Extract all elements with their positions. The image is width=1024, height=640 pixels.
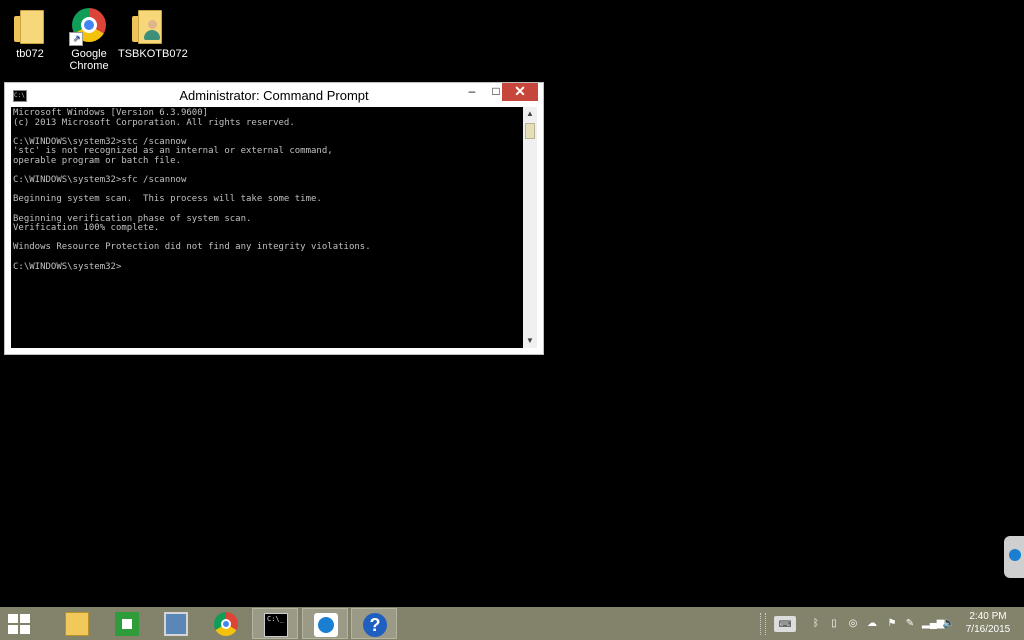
taskbar-teamviewer[interactable] <box>302 608 348 639</box>
desktop-icon-label: Google <box>71 48 107 60</box>
taskbar-help[interactable]: ? <box>351 608 397 639</box>
desktop-icon-label: tb072 <box>16 48 44 60</box>
close-button[interactable]: ✕ <box>502 83 538 101</box>
teamviewer-side-tab[interactable] <box>1004 536 1024 578</box>
teamviewer-icon <box>314 613 338 637</box>
taskbar-file-explorer[interactable] <box>54 608 100 639</box>
scroll-thumb[interactable] <box>525 123 535 139</box>
console-line: C:\WINDOWS\system32> <box>13 261 122 272</box>
folder-icon <box>10 6 50 46</box>
phone-icon[interactable]: ▯ <box>826 616 842 632</box>
title-bar[interactable]: C:\ Administrator: Command Prompt – □ ✕ <box>5 83 543 107</box>
help-icon: ? <box>363 613 387 637</box>
shortcut-arrow-icon: ↗ <box>69 32 83 46</box>
console-line: C:\WINDOWS\system32>sfc /scannow <box>13 175 187 186</box>
scroll-down-button[interactable]: ▼ <box>523 334 537 348</box>
touch-keyboard-icon[interactable]: ⌨ <box>774 616 796 632</box>
store-icon <box>115 612 139 636</box>
desktop-icon-google-chrome[interactable]: ↗ Google Chrome <box>59 6 119 72</box>
minimize-button[interactable]: – <box>460 83 484 101</box>
user-folder-icon <box>128 6 168 46</box>
file-explorer-icon <box>65 612 89 636</box>
taskbar-store[interactable] <box>104 608 150 639</box>
console-line: operable program or batch file. <box>13 155 181 166</box>
cloud-icon[interactable]: ☁ <box>864 616 880 632</box>
chrome-icon <box>214 612 238 636</box>
clock[interactable]: 2:40 PM 7/16/2015 <box>958 610 1018 636</box>
volume-icon[interactable]: 🔈 <box>941 616 957 632</box>
teamviewer-icon <box>1009 549 1021 561</box>
scroll-up-button[interactable]: ▲ <box>523 107 537 121</box>
console-output[interactable]: Microsoft Windows [Version 6.3.9600] (c) … <box>11 107 523 348</box>
console-line: Windows Resource Protection did not find… <box>13 242 371 253</box>
network-icon[interactable]: ◎ <box>845 616 861 632</box>
signal-icon[interactable]: ▂▄▆ <box>922 616 944 632</box>
desktop-icon-label: Chrome <box>69 60 109 72</box>
command-prompt-window[interactable]: C:\ Administrator: Command Prompt – □ ✕ … <box>4 82 544 355</box>
cmd-icon: C:\_ <box>264 613 288 637</box>
taskbar-command-prompt[interactable]: C:\_ <box>252 608 298 639</box>
console-line: Verification 100% complete. <box>13 223 160 234</box>
taskbar-network[interactable] <box>153 608 199 639</box>
vertical-scrollbar[interactable]: ▲ ▼ <box>523 107 537 348</box>
flag-icon[interactable]: ⚑ <box>884 616 900 632</box>
console-line: Beginning system scan. This process will… <box>13 194 322 205</box>
bluetooth-icon[interactable]: ᛒ <box>808 616 824 632</box>
taskbar-chrome[interactable] <box>203 608 249 639</box>
desktop-icon-tb072[interactable]: tb072 <box>0 6 60 60</box>
clock-time: 2:40 PM <box>969 611 1007 622</box>
desktop-icon-tsbkotb072[interactable]: TSBKOTB072 <box>118 6 188 60</box>
tools-icon[interactable]: ✎ <box>902 616 918 632</box>
taskbar: C:\_ ? ⌨ ᛒ ▯ ◎ ☁ ⚑ ✎ ▂▄▆ 🔈 2:40 PM 7/16/2015 <box>0 607 1024 640</box>
start-button[interactable] <box>8 614 30 634</box>
tray-grip <box>760 613 766 635</box>
console-line: (c) 2013 Microsoft Corporation. All righ… <box>13 117 295 128</box>
chrome-icon: ↗ <box>69 6 109 46</box>
clock-date: 7/16/2015 <box>965 624 1011 635</box>
network-computer-icon <box>164 612 188 636</box>
desktop-icon-label: TSBKOTB072 <box>118 48 188 60</box>
